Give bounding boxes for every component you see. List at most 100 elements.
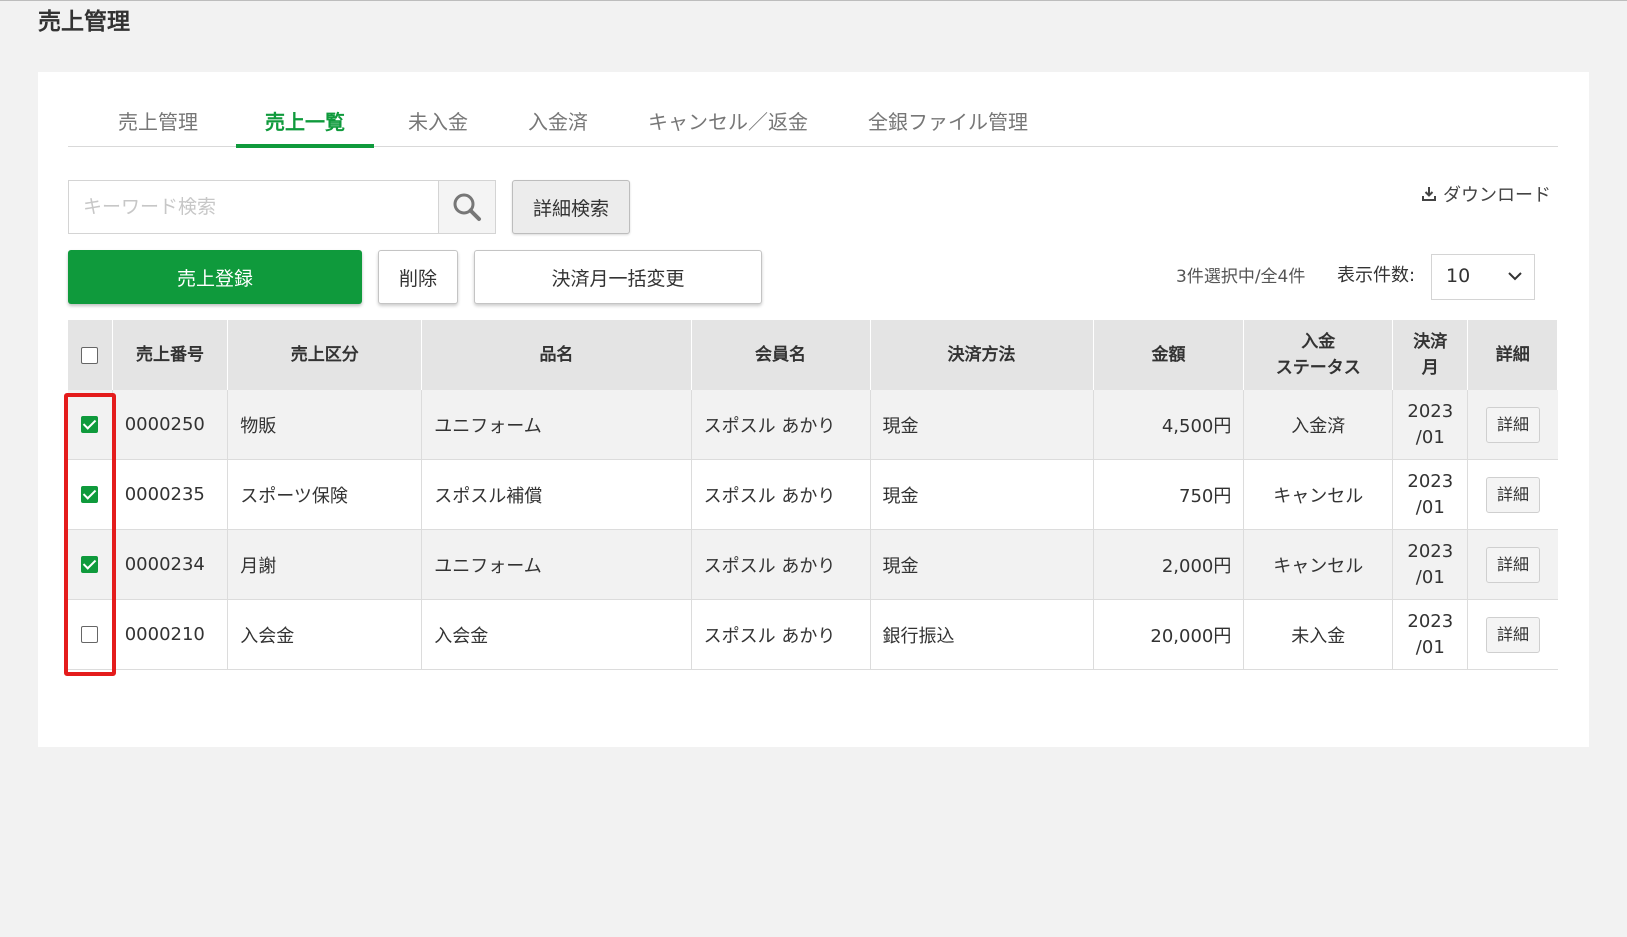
advanced-search-button[interactable]: 詳細検索 (512, 180, 630, 234)
payment-month: 2023/01 (1392, 459, 1469, 530)
chevron-down-icon (1508, 272, 1522, 281)
delete-button[interactable]: 削除 (378, 250, 458, 304)
amount: 20,000円 (1093, 599, 1245, 670)
payment-method: 現金 (870, 459, 1094, 530)
item-name: ユニフォーム (421, 390, 692, 460)
row-select-cell (68, 599, 113, 670)
table-row: 0000210 入会金 入会金 スポスル あかり 銀行振込 20,000円 未入… (68, 599, 1558, 670)
amount: 2,000円 (1093, 529, 1245, 600)
page-size-select[interactable]: 10 (1431, 254, 1535, 300)
register-sale-button[interactable]: 売上登録 (68, 250, 362, 304)
sale-category: 物販 (227, 390, 423, 460)
sales-table: 売上番号 売上区分 品名 会員名 決済方法 金額 入金 ステータス 決済月 詳細 … (68, 320, 1558, 670)
sale-number: 0000235 (112, 459, 229, 530)
payment-month: 2023/01 (1392, 599, 1469, 670)
header-status[interactable]: 入金 ステータス (1243, 320, 1394, 390)
item-name: 入会金 (421, 599, 692, 670)
download-link[interactable]: ダウンロード (1421, 180, 1551, 208)
row-select-cell (68, 459, 113, 530)
item-name: スポスル補償 (421, 459, 692, 530)
member-name-link[interactable]: スポスル あかり (691, 529, 871, 600)
row-checkbox[interactable] (81, 556, 99, 573)
top-border (0, 0, 1627, 1)
member-name-link[interactable]: スポスル あかり (691, 390, 871, 460)
tab-unpaid[interactable]: 未入金 (398, 102, 478, 146)
keyword-search (68, 180, 496, 234)
payment-status: 未入金 (1243, 599, 1394, 670)
payment-method: 現金 (870, 390, 1094, 460)
detail-button[interactable]: 詳細 (1485, 616, 1540, 653)
header-select-all[interactable] (68, 320, 113, 390)
detail-button[interactable]: 詳細 (1485, 406, 1540, 443)
sale-category: 入会金 (227, 599, 423, 670)
payment-month: 2023/01 (1392, 390, 1469, 460)
header-category[interactable]: 売上区分 (227, 320, 423, 390)
detail-cell: 詳細 (1467, 599, 1558, 670)
table-header-row: 売上番号 売上区分 品名 会員名 決済方法 金額 入金ステータス 決済月 詳細 (68, 320, 1558, 390)
header-member[interactable]: 会員名 (691, 320, 871, 390)
detail-button[interactable]: 詳細 (1485, 546, 1540, 583)
payment-status: 入金済 (1243, 390, 1394, 460)
header-month[interactable]: 決済月 (1392, 320, 1469, 390)
tab-paid[interactable]: 入金済 (518, 102, 598, 146)
header-amount[interactable]: 金額 (1093, 320, 1245, 390)
payment-month: 2023/01 (1392, 529, 1469, 600)
sale-number: 0000250 (112, 390, 229, 460)
search-button[interactable] (438, 181, 495, 233)
tab-cancel-refund[interactable]: キャンセル／返金 (638, 102, 818, 146)
sale-number: 0000234 (112, 529, 229, 600)
keyword-search-input[interactable] (69, 181, 439, 233)
detail-cell: 詳細 (1467, 529, 1558, 600)
header-item[interactable]: 品名 (421, 320, 692, 390)
member-name-link[interactable]: スポスル あかり (691, 599, 871, 670)
payment-month-month: /01 (1415, 636, 1445, 658)
header-detail: 詳細 (1467, 320, 1558, 390)
header-number[interactable]: 売上番号 (112, 320, 229, 390)
payment-status: キャンセル (1243, 459, 1394, 530)
tab-zengin-file[interactable]: 全銀ファイル管理 (860, 102, 1036, 146)
page-title: 売上管理 (38, 9, 130, 35)
payment-month-month: /01 (1415, 426, 1445, 448)
sale-number: 0000210 (112, 599, 229, 670)
payment-month-month: /01 (1415, 566, 1445, 588)
header-payment-method[interactable]: 決済方法 (870, 320, 1094, 390)
table-row: 0000250 物販 ユニフォーム スポスル あかり 現金 4,500円 入金済… (68, 390, 1558, 460)
download-label: ダウンロード (1443, 185, 1551, 206)
payment-month-year: 2023 (1407, 540, 1454, 562)
tab-sales-management[interactable]: 売上管理 (98, 102, 218, 146)
amount: 750円 (1093, 459, 1245, 530)
payment-status: キャンセル (1243, 529, 1394, 600)
payment-month-year: 2023 (1407, 470, 1454, 492)
detail-cell: 詳細 (1467, 459, 1558, 530)
header-month-line2: 月 (1421, 358, 1439, 378)
row-checkbox[interactable] (81, 486, 99, 503)
tab-sales-list[interactable]: 売上一覧 (236, 102, 374, 148)
table-row: 0000234 月謝 ユニフォーム スポスル あかり 現金 2,000円 キャン… (68, 529, 1558, 600)
payment-month-month: /01 (1415, 496, 1445, 518)
row-checkbox[interactable] (81, 626, 99, 643)
download-icon (1422, 187, 1436, 201)
payment-month-year: 2023 (1407, 610, 1454, 632)
payment-method: 銀行振込 (870, 599, 1094, 670)
sale-category: 月謝 (227, 529, 423, 600)
payment-month-year: 2023 (1407, 400, 1454, 422)
selection-status: 3件選択中/全4件 (1176, 267, 1306, 287)
amount: 4,500円 (1093, 390, 1245, 460)
payment-method: 現金 (870, 529, 1094, 600)
header-status-line1: 入金 (1301, 332, 1336, 352)
tab-bar: 売上管理 売上一覧 未入金 入金済 キャンセル／返金 全銀ファイル管理 (68, 102, 1558, 148)
search-icon (453, 193, 481, 221)
page-size-value: 10 (1446, 265, 1471, 287)
header-month-line1: 決済 (1413, 332, 1448, 352)
item-name: ユニフォーム (421, 529, 692, 600)
row-select-cell (68, 529, 113, 600)
select-all-checkbox[interactable] (81, 346, 99, 364)
detail-button[interactable]: 詳細 (1485, 476, 1540, 513)
member-name-link[interactable]: スポスル あかり (691, 459, 871, 530)
detail-cell: 詳細 (1467, 390, 1558, 460)
row-select-cell (68, 390, 113, 460)
bulk-change-month-button[interactable]: 決済月一括変更 (474, 250, 762, 304)
row-checkbox[interactable] (81, 416, 99, 433)
page-size-label: 表示件数: (1337, 265, 1416, 286)
header-status-line2: ステータス (1275, 358, 1361, 378)
